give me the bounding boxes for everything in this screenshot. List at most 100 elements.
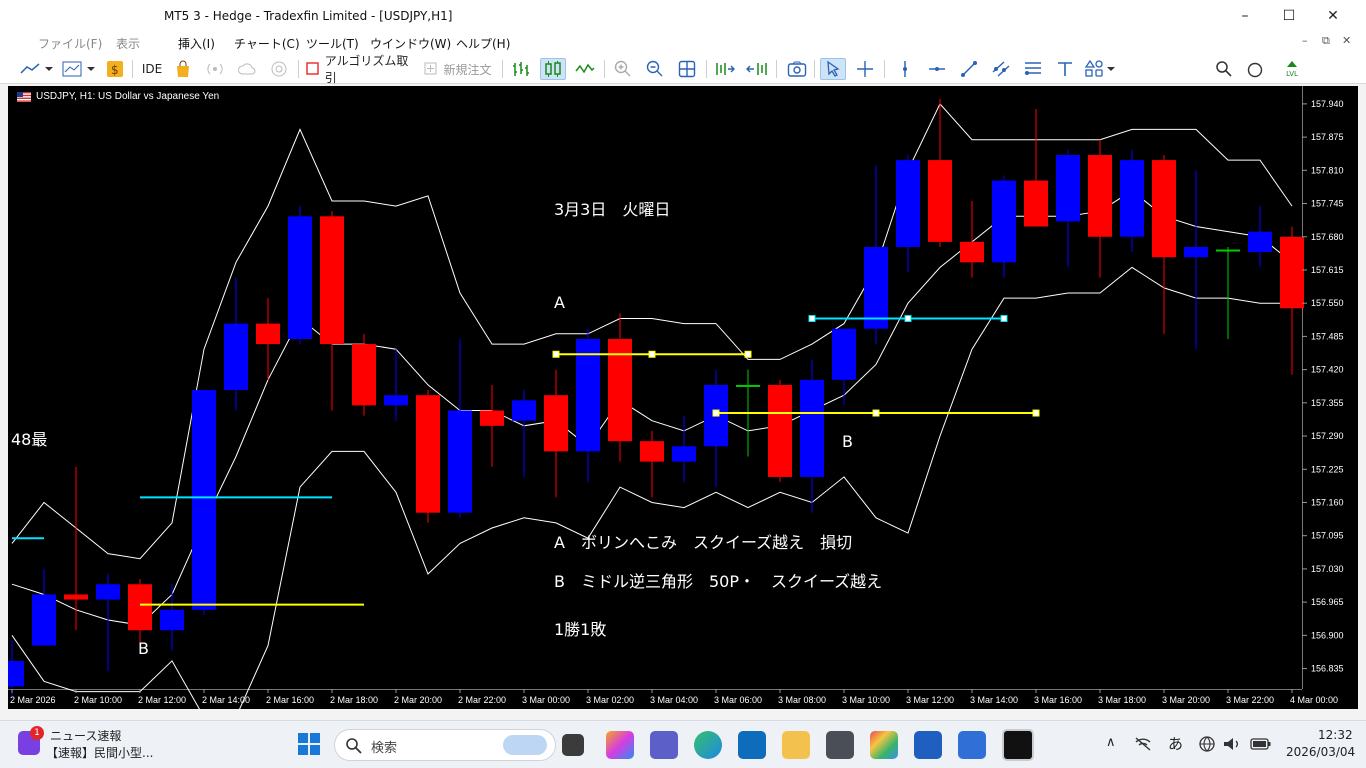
cursor-icon[interactable] [820, 58, 846, 80]
text-icon[interactable] [1052, 58, 1078, 80]
menu-window[interactable]: ウインドウ(W) [370, 35, 451, 52]
candle [1120, 149, 1144, 253]
search-icon[interactable] [1212, 58, 1236, 80]
candle [256, 298, 280, 380]
maximize-button[interactable]: ☐ [1266, 0, 1312, 32]
chart-shift-icon[interactable] [744, 58, 770, 80]
candle [1248, 206, 1272, 268]
candlestick-icon[interactable] [540, 58, 566, 80]
menu-chart[interactable]: チャート(C) [234, 35, 300, 52]
dollar-icon[interactable]: $ [104, 58, 126, 80]
mdi-minimize-icon[interactable]: – [1302, 34, 1308, 47]
signal-level-indicator: LVL [1280, 58, 1304, 80]
candle [160, 584, 184, 651]
candle [96, 574, 120, 672]
candle [1280, 226, 1304, 375]
x-tick-label: 3 Mar 06:00 [714, 695, 762, 705]
fibonacci-icon[interactable] [1020, 58, 1046, 80]
menu-help[interactable]: ヘルプ(H) [456, 35, 510, 52]
trendline-icon[interactable] [956, 58, 982, 80]
notepad-icon[interactable] [958, 731, 986, 759]
zoom-out-icon[interactable] [642, 58, 668, 80]
new-order-label: 新規注文 [443, 62, 492, 77]
mdi-close-icon[interactable]: ✕ [1342, 34, 1351, 47]
ime-indicator[interactable]: あ [1168, 733, 1183, 754]
annotation-label-b-left: B [138, 639, 149, 658]
ide-button[interactable]: IDE [138, 58, 166, 80]
signal-icon[interactable] [204, 58, 226, 80]
close-button[interactable]: ✕ [1310, 0, 1356, 32]
x-tick-label: 2 Mar 18:00 [330, 695, 378, 705]
file-explorer-icon[interactable] [782, 731, 810, 759]
network-off-icon [1135, 737, 1151, 751]
grid-icon[interactable] [674, 58, 700, 80]
candle [992, 175, 1016, 278]
x-tick-label: 2 Mar 22:00 [458, 695, 506, 705]
vertical-line-icon[interactable] [892, 58, 918, 80]
news-subtitle[interactable]: 【速報】民間小型... [46, 744, 153, 761]
candle [1088, 139, 1112, 278]
autoscroll-icon[interactable] [712, 58, 738, 80]
bar-chart-icon[interactable] [508, 58, 534, 80]
cloud-icon[interactable] [236, 58, 258, 80]
line-anchor-point [904, 315, 912, 323]
chart-window[interactable]: 157.940 157.875 157.810 157.745 157.680 157.6… [8, 86, 1358, 709]
indicators-dropdown[interactable] [60, 58, 96, 80]
tray-chevron-icon[interactable]: ∧ [1106, 735, 1116, 750]
teams-icon[interactable] [650, 731, 678, 759]
outlook-icon[interactable] [738, 731, 766, 759]
indicator-icon [62, 61, 95, 77]
menu-tools[interactable]: ツール(T) [306, 35, 359, 52]
candle-body [128, 584, 152, 631]
menu-insert[interactable]: 挿入(I) [178, 35, 215, 52]
y-tick-label: 157.745 [1311, 199, 1344, 209]
candle-body [96, 584, 120, 600]
edge-icon[interactable] [694, 731, 722, 759]
menu-view[interactable]: 表示 [116, 35, 140, 52]
clock-time[interactable]: 12:32 [1318, 728, 1353, 742]
y-tick-label: 157.225 [1311, 464, 1344, 474]
candle-body [448, 410, 472, 513]
paint-icon[interactable] [870, 731, 898, 759]
y-tick-label: 156.900 [1311, 630, 1344, 640]
copilot-icon[interactable] [606, 731, 634, 759]
candle [896, 154, 920, 273]
metatrader-icon[interactable] [1002, 729, 1034, 761]
menu-file[interactable]: ファイル(F) [38, 35, 102, 52]
shapes-dropdown[interactable] [1084, 58, 1116, 80]
vps-icon[interactable] [268, 58, 290, 80]
annotation-result: 1勝1敗 [554, 620, 607, 639]
line-icon[interactable] [572, 58, 598, 80]
start-icon[interactable] [296, 731, 324, 759]
algo-trading-button[interactable]: アルゴリズム取引 [306, 54, 412, 85]
taskbar-search[interactable]: 検索 [334, 729, 556, 761]
market-bag-icon[interactable] [172, 58, 194, 80]
candle [480, 384, 504, 467]
candle [1056, 149, 1080, 268]
candle-body [1152, 160, 1176, 258]
chart-canvas[interactable]: 157.940 157.875 157.810 157.745 157.680 157.6… [8, 86, 1358, 709]
screenshot-icon[interactable] [784, 58, 810, 80]
task-view-icon[interactable] [562, 734, 584, 756]
mdi-restore-icon[interactable]: ⧉ [1322, 34, 1330, 48]
new-order-button[interactable]: 新規注文 [420, 58, 496, 80]
annotation-note-a: A ボリンへこみ スクイーズ越え 損切 [554, 533, 853, 552]
zoom-in-icon[interactable] [610, 58, 636, 80]
candle-body [1024, 180, 1048, 227]
channel-icon[interactable] [988, 58, 1014, 80]
remote-desktop-icon[interactable] [826, 731, 854, 759]
horizontal-line-icon[interactable] [924, 58, 950, 80]
y-tick-label: 157.290 [1311, 431, 1344, 441]
notifications-button[interactable] [1244, 58, 1270, 80]
news-title[interactable]: ニュース速報 [50, 727, 121, 744]
search-icon [346, 738, 362, 754]
store-icon[interactable] [914, 731, 942, 759]
clock-date[interactable]: 2026/03/04 [1286, 745, 1355, 759]
new-order-icon [424, 62, 437, 75]
minimize-button[interactable]: – [1222, 0, 1268, 32]
chart-type-dropdown[interactable] [18, 58, 54, 80]
candle-body [960, 241, 984, 263]
crosshair-icon[interactable] [852, 58, 878, 80]
line-anchor-point [712, 409, 720, 417]
annotation-date: 3月3日 火曜日 [554, 200, 671, 219]
